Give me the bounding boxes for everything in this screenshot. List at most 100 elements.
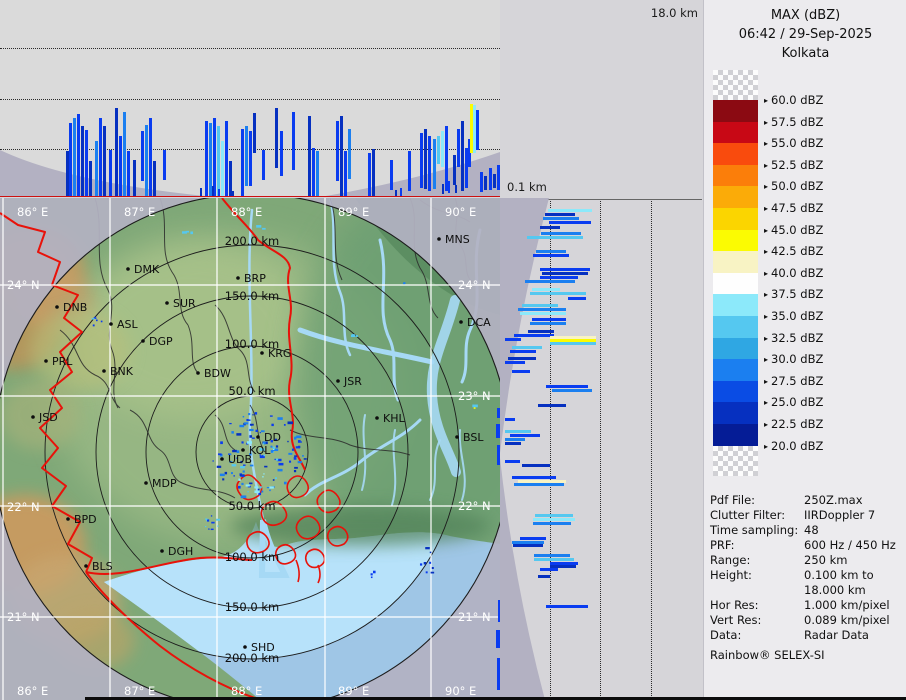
echo-row (533, 522, 571, 525)
station-label: BDW (204, 367, 231, 380)
max-height-axis-label: 18.0 km (650, 6, 698, 20)
echo-row (510, 350, 536, 353)
longitude-label-top: 87° E (124, 205, 155, 219)
legend-threshold-label: ▸ 55.0 dBZ (764, 136, 824, 151)
station-label: DGP (149, 335, 173, 348)
echo-pixel (212, 460, 214, 462)
station-label: DNB (63, 301, 87, 314)
echo-pixel (297, 461, 302, 464)
info-label: Clutter Filter: (710, 508, 786, 522)
echo-column (163, 150, 166, 180)
echo-row (530, 322, 566, 325)
echo-column (372, 149, 375, 197)
echo-column (441, 131, 444, 167)
legend-color-cell (713, 315, 758, 338)
echo-pixel (297, 440, 301, 443)
station-label: ASL (117, 318, 139, 331)
station-label: MNS (445, 233, 470, 246)
echo-column (489, 168, 492, 190)
echo-row (522, 304, 558, 307)
echo-row (512, 476, 556, 479)
echo-pixel (294, 455, 298, 457)
legend-tick-arrow-icon: ▸ (764, 312, 769, 321)
echo-pixel (373, 570, 376, 574)
echo-row (533, 518, 575, 521)
latitude-label-left: 24° N (7, 278, 40, 292)
echo-pixel (231, 431, 234, 434)
echo-pixel (288, 460, 292, 463)
echo-column (312, 148, 315, 197)
echo-pixel (222, 478, 225, 481)
echo-pixel (217, 525, 219, 527)
echo-row (508, 357, 536, 360)
echo-pixel (242, 415, 245, 418)
echo-pixel (210, 515, 213, 517)
scan-datetime: 06:42 / 29-Sep-2025 (738, 27, 873, 42)
station-label: KRG (268, 347, 291, 360)
echo-pixel (239, 424, 245, 428)
echo-row (505, 438, 525, 441)
echo-row (512, 370, 530, 373)
echo-pixel (300, 441, 302, 443)
echo-pixel (205, 518, 208, 520)
echo-row (535, 514, 573, 517)
legend-threshold-label: ▸ 40.0 dBZ (764, 265, 824, 280)
echo-pixel (257, 488, 260, 491)
echo-column (493, 174, 496, 188)
echo-column (205, 121, 208, 197)
echo-pixel (473, 407, 476, 409)
echo-column (253, 113, 256, 153)
info-row: Pdf File: 250Z.max (710, 493, 906, 508)
echo-pixel (425, 571, 428, 574)
range-ring-label: 50.0 km (228, 384, 275, 398)
echo-column (249, 131, 252, 186)
echo-column (153, 161, 156, 197)
station-dot (459, 320, 463, 324)
info-label: Time sampling: (710, 523, 799, 537)
info-value: 1.000 km/pixel (804, 598, 890, 612)
echo-row (533, 254, 569, 257)
station-label: MDP (152, 477, 177, 490)
station-label: BLS (92, 560, 113, 573)
station-label: PRL (52, 355, 73, 368)
echo-pixel (240, 466, 245, 469)
longitude-label-top: 89° E (338, 205, 369, 219)
map-top-red-border (0, 196, 500, 197)
echo-pixel (249, 435, 253, 438)
echo-pixel (274, 458, 276, 461)
info-label: PRF: (710, 538, 735, 552)
echo-column (73, 118, 76, 197)
echo-column (127, 151, 130, 197)
info-row: Time sampling: 48 (710, 523, 906, 538)
echo-row (505, 338, 521, 341)
echo-pixel (272, 479, 275, 481)
legend-tick-arrow-icon: ▸ (764, 355, 769, 365)
legend-threshold-label: ▸ 60.0 dBZ (764, 93, 824, 107)
info-row: Clutter Filter: IIRDoppler 7 (710, 508, 906, 523)
station-label: KHL (383, 412, 405, 425)
echo-column (99, 118, 102, 197)
echo-column (280, 131, 283, 176)
echo-pixel (356, 335, 358, 337)
echo-pixel (277, 417, 283, 420)
legend-color-cell (713, 294, 758, 316)
info-row: 18.000 km (710, 583, 906, 598)
echo-column (262, 150, 265, 180)
side-height-projection-panel (500, 198, 703, 700)
echo-pixel (295, 446, 301, 449)
echo-pixel (242, 470, 245, 473)
echo-column (89, 161, 92, 197)
echo-column (457, 129, 460, 167)
legend-threshold-label: ▸ 35.0 dBZ (764, 309, 824, 323)
echo-pixel (241, 475, 245, 478)
echo-row (549, 221, 591, 224)
station-dot (84, 564, 88, 568)
echo-column (340, 116, 343, 197)
station-label: BPD (74, 513, 97, 526)
info-value: 48 (804, 523, 819, 537)
echo-row (545, 213, 575, 216)
station-dot (196, 371, 200, 375)
echo-column (428, 136, 431, 191)
echo-pixel (190, 231, 194, 235)
legend-threshold-label: ▸ 37.5 dBZ (764, 287, 824, 302)
